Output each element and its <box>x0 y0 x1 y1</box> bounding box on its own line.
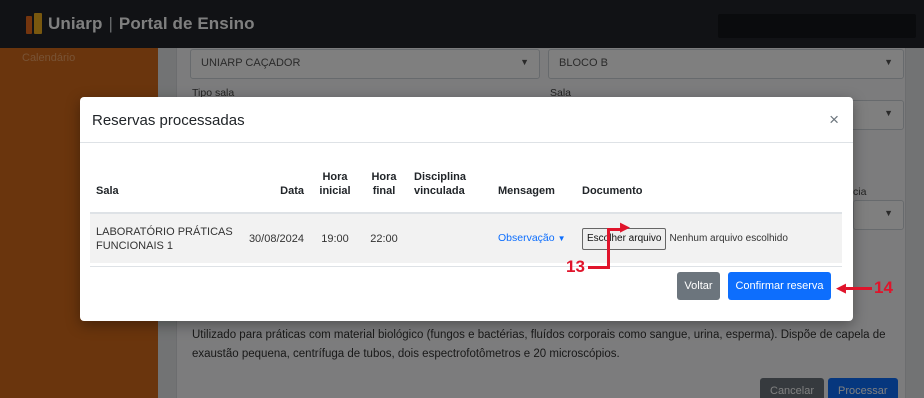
observacao-dropdown[interactable]: Observação <box>498 232 555 244</box>
annotation-step-14: 14 <box>874 278 893 297</box>
col-hora-final: Hora final <box>360 157 408 214</box>
file-status: Nenhum arquivo escolhido <box>669 232 788 244</box>
confirm-reservation-button[interactable]: Confirmar reserva <box>728 272 831 300</box>
reservations-table: Sala Data Hora inicial Hora final Discip… <box>90 157 842 267</box>
col-sala: Sala <box>90 157 240 214</box>
col-disciplina: Disciplina vinculada <box>408 157 492 214</box>
annotation-13-line-h <box>588 266 609 269</box>
annotation-step-13: 13 <box>566 257 585 276</box>
cell-documento: Escolher arquivo Nenhum arquivo escolhido <box>576 213 842 263</box>
cell-disciplina <box>408 213 492 263</box>
annotation-13-line-v <box>607 229 610 269</box>
col-documento: Documento <box>576 157 842 214</box>
reservations-modal: Reservas processadas × Sala Data Hora in… <box>80 97 853 321</box>
table-row: LABORATÓRIO PRÁTICAS FUNCIONAIS 1 30/08/… <box>90 213 842 263</box>
col-data: Data <box>240 157 310 214</box>
col-mensagem: Mensagem <box>492 157 576 214</box>
table-header-row: Sala Data Hora inicial Hora final Discip… <box>90 157 842 214</box>
cell-sala: LABORATÓRIO PRÁTICAS FUNCIONAIS 1 <box>90 213 240 263</box>
cell-mensagem: Observação ▼ <box>492 213 576 263</box>
voltar-button[interactable]: Voltar <box>677 272 720 300</box>
modal-header: Reservas processadas × <box>80 97 853 143</box>
cell-hora-final: 22:00 <box>360 213 408 263</box>
cell-data: 30/08/2024 <box>240 213 310 263</box>
caret-down-icon: ▼ <box>557 234 566 243</box>
annotation-14-line <box>846 287 872 290</box>
cell-hora-inicial: 19:00 <box>310 213 360 263</box>
arrow-left-icon: ◀ <box>836 280 846 295</box>
close-icon[interactable]: × <box>829 110 839 130</box>
modal-title: Reservas processadas <box>92 112 245 129</box>
col-hora-inicial: Hora inicial <box>310 157 360 214</box>
arrow-right-icon: ▶ <box>620 219 630 234</box>
